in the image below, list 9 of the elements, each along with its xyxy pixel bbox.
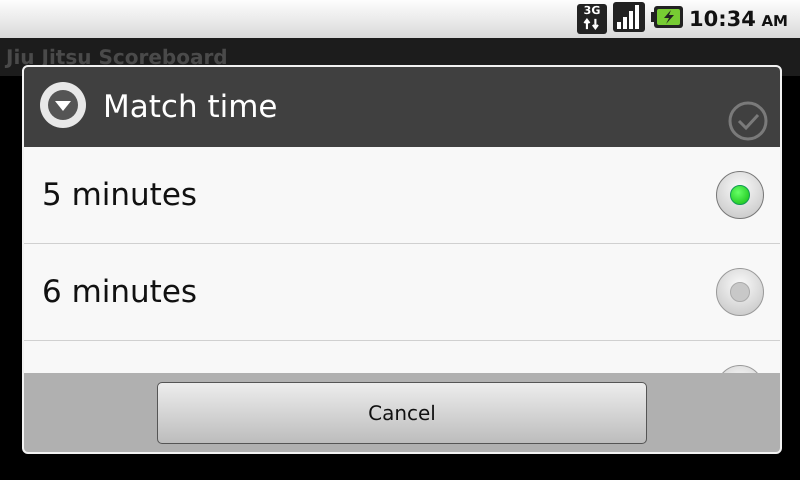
radio-button[interactable] [716, 171, 764, 219]
list-option[interactable]: 5 minutes [24, 147, 780, 244]
network-icon: 3G [577, 4, 608, 34]
radio-button[interactable] [716, 268, 764, 316]
list-option[interactable]: 6 minutes [24, 244, 780, 341]
clock: 10:34 AM [689, 7, 788, 31]
check-icon [728, 101, 768, 141]
cancel-button[interactable]: Cancel [157, 382, 647, 444]
dialog-title: Match time [103, 89, 278, 125]
